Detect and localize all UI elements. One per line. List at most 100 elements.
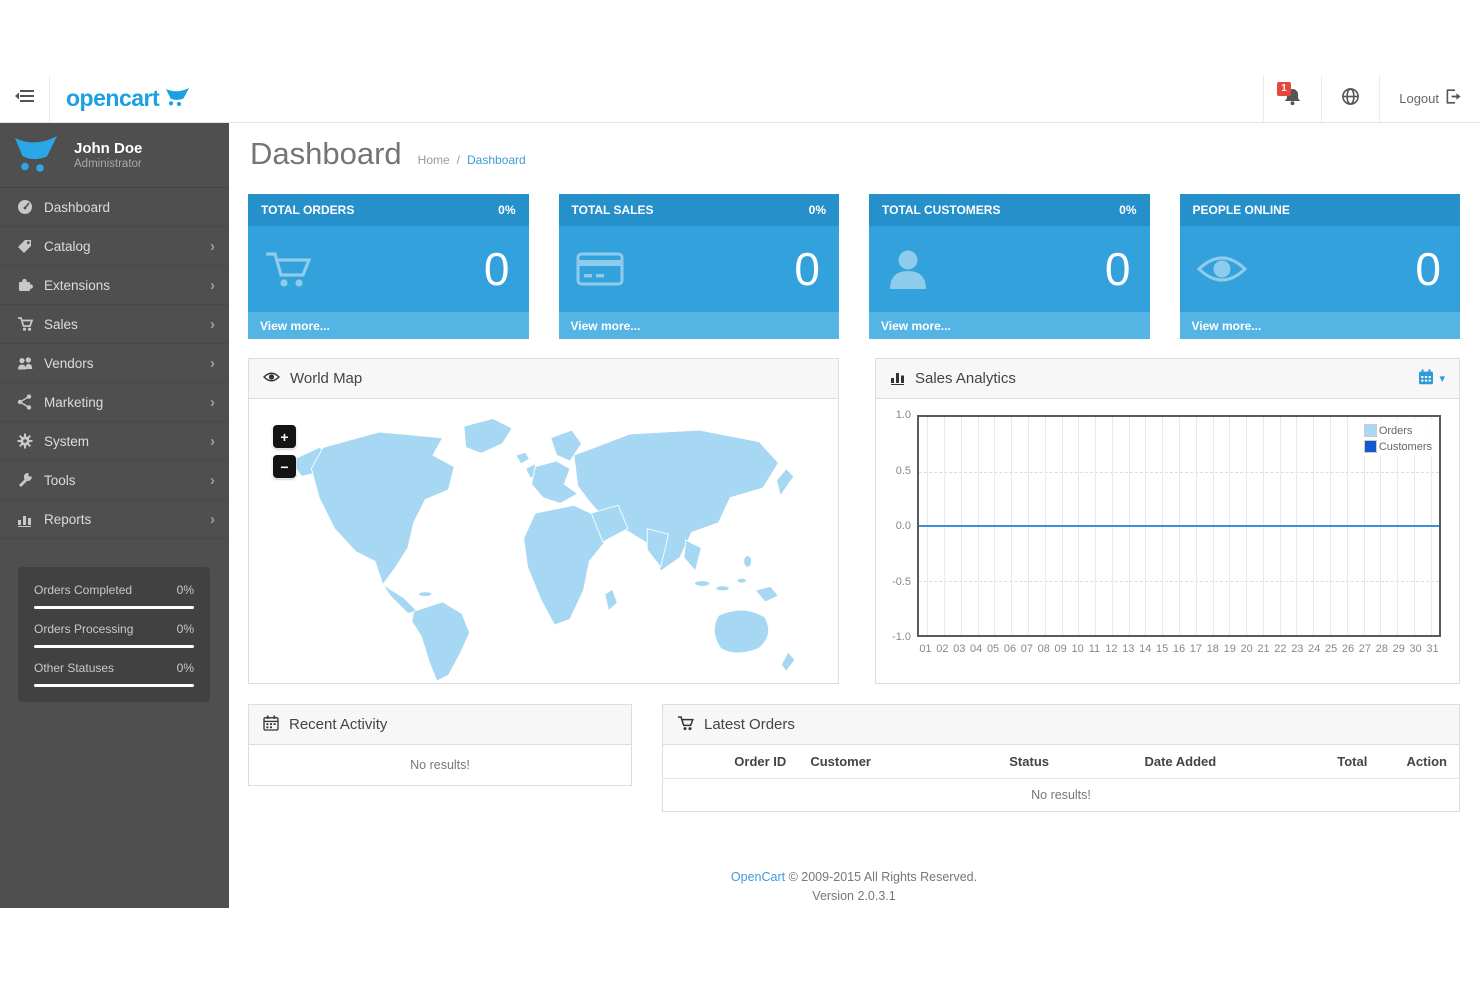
avatar-cart-icon [12, 131, 60, 180]
x-tick-label: 10 [1071, 643, 1083, 655]
logo-text: opencart [66, 87, 159, 110]
sidebar-item-label: Extensions [44, 278, 110, 293]
legend-entry: Customers [1364, 440, 1432, 453]
chevron-right-icon: › [210, 434, 215, 449]
table-row: No results! [663, 779, 1459, 812]
recent-activity-empty: No results! [249, 745, 631, 785]
bar-chart-icon [17, 511, 44, 527]
stat-other-statuses: Other Statuses 0% [34, 648, 194, 687]
x-tick-label: 06 [1004, 643, 1016, 655]
view-more-link[interactable]: View more... [559, 312, 840, 339]
tile-title: TOTAL CUSTOMERS [882, 203, 1000, 217]
view-more-link[interactable]: View more... [1180, 312, 1461, 339]
panel-title: Recent Activity [289, 716, 387, 733]
sign-out-icon [1446, 89, 1461, 109]
view-more-link[interactable]: View more... [869, 312, 1150, 339]
tile-value: 0 [484, 246, 510, 292]
sales-analytics-chart: 1.00.50.0-0.5-1.0 0102030405060708091011… [886, 415, 1441, 671]
x-tick-label: 01 [919, 643, 931, 655]
stat-label: Orders Processing [34, 622, 133, 636]
user-role: Administrator [74, 158, 142, 170]
x-tick-label: 19 [1224, 643, 1236, 655]
outdent-menu-icon [15, 89, 35, 108]
recent-activity-panel: Recent Activity No results! [248, 704, 632, 786]
tile-total-orders: TOTAL ORDERS 0% 0 View more... [248, 194, 529, 339]
sidebar: John Doe Administrator Dashboard Catalog… [0, 123, 229, 908]
chevron-right-icon: › [210, 512, 215, 527]
chevron-right-icon: › [210, 473, 215, 488]
logout-label: Logout [1399, 91, 1439, 106]
menu-toggle-button[interactable] [0, 75, 50, 122]
users-icon [17, 356, 44, 371]
gear-icon [17, 433, 44, 449]
map-zoom-in-button[interactable]: + [273, 425, 296, 448]
analytics-y-labels: 1.00.50.0-0.5-1.0 [886, 415, 914, 637]
tile-percent: 0% [809, 203, 826, 217]
x-tick-label: 29 [1393, 643, 1405, 655]
sidebar-item-catalog[interactable]: Catalog › [0, 227, 229, 266]
series-line [919, 525, 1439, 527]
sidebar-item-marketing[interactable]: Marketing › [0, 383, 229, 422]
x-tick-label: 27 [1359, 643, 1371, 655]
logout-button[interactable]: Logout [1379, 75, 1480, 122]
chevron-right-icon: › [210, 356, 215, 371]
sidebar-item-label: Vendors [44, 356, 94, 371]
x-tick-label: 18 [1207, 643, 1219, 655]
top-bar: opencart 1 Logout [0, 75, 1480, 123]
sidebar-item-label: Marketing [44, 395, 103, 410]
chevron-right-icon: › [210, 317, 215, 332]
page-header: Dashboard Home / Dashboard [250, 135, 1460, 172]
legend-label: Orders [1379, 425, 1413, 437]
tile-title: TOTAL SALES [572, 203, 654, 217]
stores-button[interactable] [1321, 75, 1379, 122]
stat-label: Orders Completed [34, 583, 132, 597]
x-tick-label: 13 [1122, 643, 1134, 655]
notifications-button[interactable]: 1 [1263, 75, 1321, 122]
x-tick-label: 11 [1089, 643, 1100, 655]
sidebar-item-dashboard[interactable]: Dashboard [0, 188, 229, 227]
breadcrumb-home-link[interactable]: Home [418, 153, 450, 167]
world-map[interactable]: + − [249, 399, 838, 683]
x-tick-label: 03 [953, 643, 965, 655]
opencart-logo[interactable]: opencart [50, 75, 208, 122]
map-zoom-out-button[interactable]: − [273, 455, 296, 478]
shopping-cart-icon [264, 248, 314, 290]
page-title: Dashboard [250, 135, 402, 172]
x-tick-label: 07 [1021, 643, 1033, 655]
analytics-x-labels: 0102030405060708091011121314151617181920… [917, 643, 1441, 659]
x-tick-label: 28 [1376, 643, 1388, 655]
y-tick-label: 1.0 [896, 409, 911, 421]
panel-title: Sales Analytics [915, 370, 1016, 387]
caret-down-icon: ▾ [1439, 372, 1445, 385]
x-tick-label: 24 [1308, 643, 1320, 655]
x-tick-label: 30 [1410, 643, 1422, 655]
tile-value: 0 [1105, 246, 1131, 292]
x-tick-label: 26 [1342, 643, 1354, 655]
dashboard-icon [17, 199, 44, 215]
x-tick-label: 20 [1240, 643, 1252, 655]
breadcrumb: Home / Dashboard [418, 153, 526, 167]
opencart-footer-link[interactable]: OpenCart [731, 870, 785, 884]
sidebar-item-sales[interactable]: Sales › [0, 305, 229, 344]
x-tick-label: 12 [1105, 643, 1117, 655]
stat-value: 0% [177, 661, 194, 675]
x-tick-label: 21 [1257, 643, 1269, 655]
view-more-link[interactable]: View more... [248, 312, 529, 339]
main-content: Dashboard Home / Dashboard TOTAL ORDERS … [229, 123, 1480, 906]
sidebar-item-reports[interactable]: Reports › [0, 500, 229, 539]
latest-orders-empty: No results! [663, 779, 1459, 812]
column-header-total: Total [1260, 745, 1379, 779]
tile-total-sales: TOTAL SALES 0% 0 View more... [559, 194, 840, 339]
credit-card-icon [575, 249, 625, 289]
sales-analytics-panel: Sales Analytics ▾ 1.00.50.0-0.5-1.0 0102… [875, 358, 1460, 684]
sidebar-item-tools[interactable]: Tools › [0, 461, 229, 500]
date-range-button[interactable]: ▾ [1418, 369, 1445, 389]
x-tick-label: 23 [1291, 643, 1303, 655]
sidebar-item-extensions[interactable]: Extensions › [0, 266, 229, 305]
sidebar-item-system[interactable]: System › [0, 422, 229, 461]
x-tick-label: 09 [1055, 643, 1067, 655]
sidebar-item-vendors[interactable]: Vendors › [0, 344, 229, 383]
breadcrumb-current-link[interactable]: Dashboard [467, 153, 526, 167]
sidebar-item-label: Dashboard [44, 200, 110, 215]
x-tick-label: 22 [1274, 643, 1286, 655]
